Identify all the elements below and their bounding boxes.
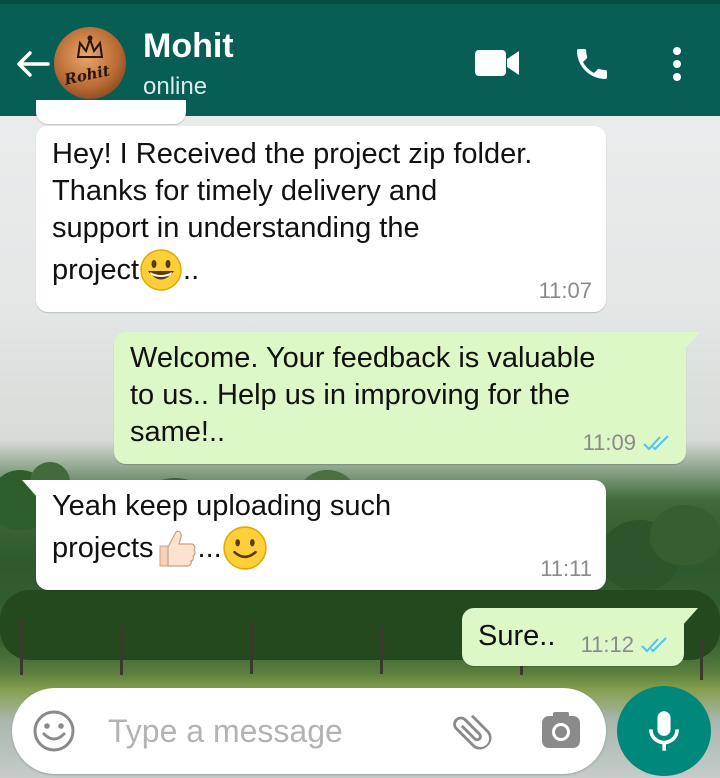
message-text: to us.. Help us in improving for the [130, 379, 571, 411]
attach-icon[interactable] [450, 708, 496, 754]
camera-icon[interactable] [540, 710, 582, 752]
message-text: support in understanding the [52, 212, 420, 244]
message-bubble-partial [36, 100, 186, 124]
phone-icon[interactable] [572, 44, 612, 89]
message-bubble-incoming[interactable]: Yeah keep uploading such projects ... 11… [22, 480, 606, 590]
message-text: Yeah keep uploading such [52, 490, 392, 522]
bubble-tail [684, 332, 700, 350]
message-trailing-text: .. [183, 253, 200, 286]
avatar[interactable]: Rohit [54, 27, 126, 99]
more-vert-icon[interactable] [670, 46, 684, 87]
read-ticks-icon [641, 637, 667, 653]
message-time: 11:11 [540, 556, 592, 581]
bubble-tail [22, 480, 38, 498]
message-text: project [52, 253, 140, 286]
message-text: Thanks for timely delivery and [52, 175, 438, 207]
message-bubble-outgoing[interactable]: Welcome. Your feedback is valuable to us… [114, 332, 700, 464]
bubble-tail [682, 608, 698, 626]
message-text: Sure.. [478, 620, 556, 652]
thumbs-up-emoji-icon [159, 530, 196, 567]
message-meta: 11:12 [581, 632, 670, 658]
emoji-icon[interactable] [32, 709, 76, 753]
message-time: 11:12 [580, 632, 634, 657]
message-time: 11:07 [538, 278, 592, 303]
message-text: Hey! I Received the project zip folder. [52, 138, 533, 170]
message-meta: 11:09 [583, 430, 672, 456]
message-bubble-outgoing[interactable]: Sure.. 11:12 [462, 608, 698, 666]
message-meta: 11:11 [540, 556, 592, 582]
back-arrow-icon[interactable] [12, 44, 52, 84]
message-text: Welcome. Your feedback is valuable [130, 342, 596, 374]
message-trailing-text: ... [197, 531, 222, 564]
contact-name[interactable]: Mohit [143, 26, 234, 66]
smiling-face-emoji-icon [223, 526, 267, 570]
message-meta: 11:07 [539, 278, 592, 304]
contact-status: online [143, 73, 208, 100]
message-input[interactable]: Type a message [108, 712, 343, 750]
grinning-face-emoji-icon [140, 249, 182, 291]
chat-header: Rohit Mohit online [0, 0, 720, 116]
message-time: 11:09 [582, 430, 636, 455]
mic-icon [649, 711, 679, 751]
read-ticks-icon [643, 435, 669, 451]
message-bubble-incoming[interactable]: Hey! I Received the project zip folder. … [36, 126, 606, 312]
message-composer: Type a message [12, 688, 606, 774]
voice-record-button[interactable] [617, 686, 711, 776]
video-call-icon[interactable] [474, 46, 520, 85]
message-text: projects [52, 531, 154, 564]
